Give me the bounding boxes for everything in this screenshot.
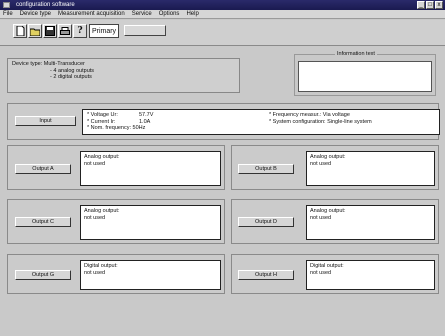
output-b-box: Analog output: not used	[306, 151, 435, 186]
menu-service[interactable]: Service	[132, 10, 152, 18]
input-details-box: * Voltage Ur: 57.7V * Current Ir: 1.0A * N…	[82, 109, 440, 135]
nominal-frequency: * Nom. frequency: 50Hz	[87, 125, 146, 131]
open-folder-icon	[30, 28, 40, 36]
new-document-icon	[16, 26, 24, 36]
menu-options[interactable]: Options	[159, 10, 180, 18]
output-h-button[interactable]: Output H	[238, 270, 294, 280]
output-b-panel: Output B Analog output: not used	[231, 145, 439, 190]
output-g-box: Digital output: not used	[80, 260, 221, 290]
output-h-status: not used	[310, 269, 332, 276]
output-c-panel: Output C Analog output: not used	[7, 199, 225, 244]
device-digital-outputs: - 2 digital outputs	[50, 74, 92, 80]
output-c-status: not used	[84, 214, 106, 221]
device-type-box: Device type: Multi-Transducer - 4 analog…	[7, 58, 240, 93]
print-button[interactable]	[58, 24, 72, 38]
floppy-disk-icon	[45, 26, 55, 36]
output-a-panel: Output A Analog output: not used	[7, 145, 225, 190]
output-h-box: Digital output: not used	[306, 260, 435, 290]
output-a-box: Analog output: not used	[80, 151, 221, 186]
output-d-button[interactable]: Output D	[238, 217, 294, 227]
help-icon: ?	[77, 25, 83, 36]
app-icon	[3, 2, 10, 8]
blank-toolbar-button[interactable]	[124, 25, 166, 36]
information-text-frame: Information text	[294, 51, 436, 96]
menu-file[interactable]: File	[3, 10, 13, 18]
toolbar: ? Primary	[0, 20, 445, 46]
new-document-button[interactable]	[13, 24, 27, 38]
menu-measurement-acquisition[interactable]: Measurement acquisition	[58, 10, 125, 18]
output-b-status: not used	[310, 160, 332, 167]
help-button[interactable]: ?	[73, 24, 87, 38]
minimize-button[interactable]: _	[417, 1, 425, 9]
menu-bar: File Device type Measurement acquisition…	[0, 10, 445, 19]
output-g-status: not used	[84, 269, 106, 276]
input-button[interactable]: Input	[15, 116, 76, 126]
output-d-status: not used	[310, 214, 332, 221]
output-c-button[interactable]: Output C	[15, 217, 71, 227]
printer-icon	[60, 26, 70, 35]
output-c-box: Analog output: not used	[80, 205, 221, 240]
output-d-box: Analog output: not used	[306, 205, 435, 240]
primary-button[interactable]: Primary	[89, 24, 119, 38]
window-title: configuration software	[16, 2, 75, 8]
output-g-button[interactable]: Output G	[15, 270, 71, 280]
menu-help[interactable]: Help	[186, 10, 198, 18]
open-button[interactable]	[28, 24, 42, 38]
maximize-button[interactable]: □	[426, 1, 434, 9]
save-button[interactable]	[43, 24, 57, 38]
output-a-status: not used	[84, 160, 106, 167]
output-d-panel: Output D Analog output: not used	[231, 199, 439, 244]
output-g-panel: Output G Digital output: not used	[7, 254, 225, 294]
title-bar: configuration software _ □ x	[0, 0, 445, 10]
menu-device-type[interactable]: Device type	[20, 10, 51, 18]
information-text-label: Information text	[335, 51, 377, 58]
system-configuration: * System configuration: Single-line syst…	[269, 118, 372, 125]
output-a-button[interactable]: Output A	[15, 164, 71, 174]
output-h-panel: Output H Digital output: not used	[231, 254, 439, 294]
input-panel: Input * Voltage Ur: 57.7V * Current Ir: 1.…	[7, 103, 440, 140]
output-b-button[interactable]: Output B	[238, 164, 294, 174]
window-controls: _ □ x	[417, 1, 443, 9]
close-button[interactable]: x	[435, 1, 443, 9]
information-text-box	[298, 61, 432, 92]
